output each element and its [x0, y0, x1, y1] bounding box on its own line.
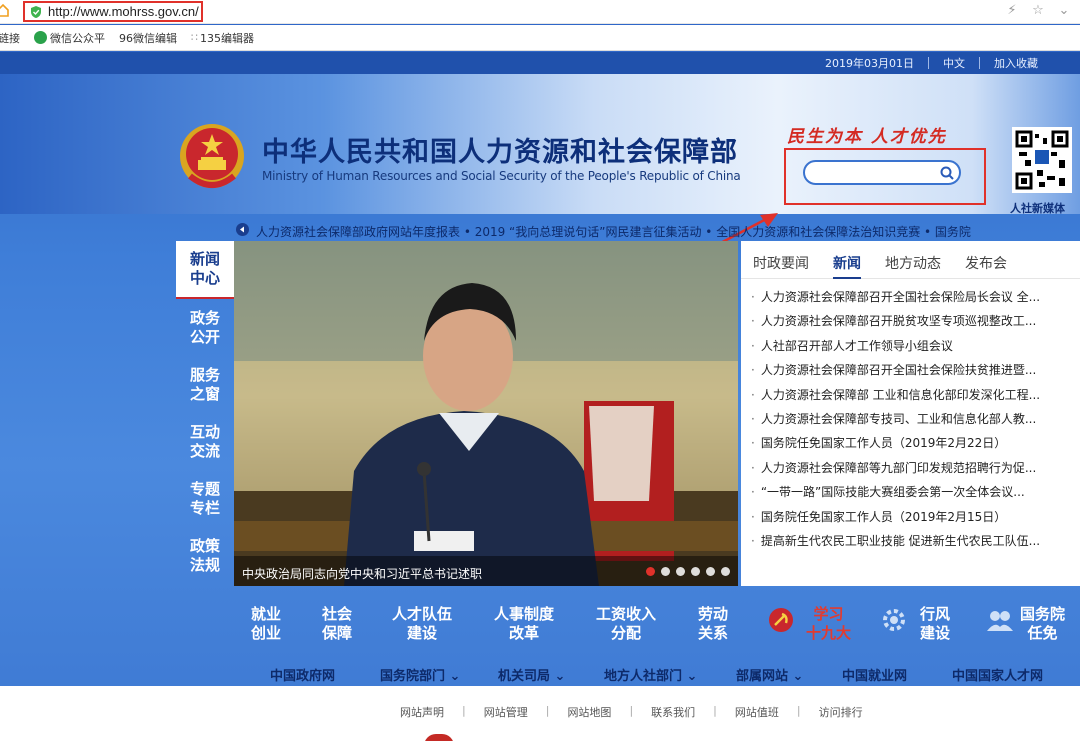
search-icon[interactable]: [939, 165, 955, 181]
arrow-left-circle-icon[interactable]: [236, 223, 249, 236]
news-item[interactable]: “一带一路”国际技能大赛组委会第一次全体会议...: [751, 480, 1080, 504]
slide-dot[interactable]: [706, 567, 715, 576]
news-item[interactable]: 人社部召开部人才工作领导小组会议: [751, 334, 1080, 358]
add-favorite-link[interactable]: 加入收藏: [994, 55, 1038, 71]
chevron-down-icon: ⌄: [550, 669, 566, 684]
url-field[interactable]: http://www.mohrss.gov.cn/: [23, 1, 203, 22]
bookmark-135-editor[interactable]: ∷ 135编辑器: [191, 30, 254, 46]
search-input[interactable]: [803, 160, 961, 185]
link-departments[interactable]: 机关司局 ⌄: [498, 665, 565, 684]
qr-code-icon: [1015, 130, 1069, 190]
nav-policies[interactable]: 政策 法规: [176, 527, 234, 584]
news-panel: 时政要闻 新闻 地方动态 发布会 人力资源社会保障部召开全国社会保险局长会议 全…: [741, 241, 1080, 586]
nav-government-affairs[interactable]: 政务 公开: [176, 299, 234, 356]
link-state-council[interactable]: 国务院部门 ⌄: [380, 665, 460, 684]
national-emblem-icon: [180, 124, 244, 188]
nav-news-center[interactable]: 新闻 中心: [176, 241, 234, 299]
slide-dot[interactable]: [646, 567, 655, 576]
link-local-hr[interactable]: 地方人社部门 ⌄: [604, 665, 697, 684]
photo-illustration: [234, 241, 738, 586]
tab-press-conference[interactable]: 发布会: [965, 253, 1007, 278]
bookmark-wechat[interactable]: 微信公众平: [34, 30, 105, 46]
bookmark-link[interactable]: 链接: [0, 30, 20, 46]
editor-icon: ∷: [191, 31, 198, 44]
news-item[interactable]: 人力资源社会保障部等九部门印发规范招聘行为促...: [751, 456, 1080, 480]
footer-link[interactable]: 访问排行: [819, 704, 863, 720]
news-item[interactable]: 提高新生代农民工职业技能 促进新生代农民工队伍...: [751, 529, 1080, 553]
chevron-down-icon: ⌄: [445, 669, 461, 684]
language-link[interactable]: 中文: [943, 55, 965, 71]
nav-conduct[interactable]: 行风 建设: [920, 605, 950, 643]
site-title-en: Ministry of Human Resources and Social S…: [262, 169, 741, 183]
home-icon[interactable]: [0, 3, 10, 17]
slide-dot[interactable]: [661, 567, 670, 576]
nav-appointments[interactable]: 国务院 任免: [1020, 605, 1065, 643]
nav-study-19th-congress[interactable]: 学习 十九大: [806, 605, 851, 643]
nav-talent[interactable]: 人才队伍 建设: [392, 605, 452, 643]
conduct-icon: [883, 609, 905, 631]
url-text: http://www.mohrss.gov.cn/: [48, 4, 199, 19]
footer-link[interactable]: 网站管理: [484, 704, 528, 720]
wechat-icon: [34, 31, 47, 44]
bottom-nav: 就业 创业 社会 保障 人才队伍 建设 人事制度 改革 工资收入 分配 劳动 关系 学习 十九…: [0, 597, 1080, 657]
link-employment[interactable]: 中国就业网: [842, 665, 907, 684]
appointments-icon: [987, 611, 1013, 631]
nav-personnel-reform[interactable]: 人事制度 改革: [494, 605, 554, 643]
nav-labor-relations[interactable]: 劳动 关系: [698, 605, 728, 643]
slideshow-image[interactable]: 中央政治局同志向党中央和习近平总书记述职: [234, 241, 738, 586]
slogan-text: 民生为本 人才优先: [787, 127, 947, 147]
footer-link[interactable]: 网站地图: [567, 704, 611, 720]
link-talent[interactable]: 中国国家人才网: [952, 665, 1043, 684]
slide-dot[interactable]: [676, 567, 685, 576]
qr-label: 人社新媒体: [1010, 202, 1065, 215]
slide-dot[interactable]: [691, 567, 700, 576]
nav-interaction[interactable]: 互动 交流: [176, 413, 234, 470]
news-list: 人力资源社会保障部召开全国社会保险局长会议 全... 人力资源社会保障部召开脱贫…: [741, 279, 1080, 553]
link-gov[interactable]: 中国政府网: [270, 665, 335, 684]
party-emblem-icon: [769, 608, 793, 632]
news-tabs: 时政要闻 新闻 地方动态 发布会: [741, 241, 1080, 279]
bookmark-96-editor[interactable]: 96微信编辑: [119, 30, 177, 46]
news-ticker: 人力资源社会保障部政府网站年度报表 • 2019 “我向总理说句话”网民建言征集…: [0, 219, 1080, 241]
links-bar: 中国政府网 国务院部门 ⌄ 机关司局 ⌄ 地方人社部门 ⌄ 部属网站 ⌄ 中国就…: [0, 660, 1080, 686]
footer-link[interactable]: 网站值班: [735, 704, 779, 720]
chevron-down-icon: ⌄: [682, 669, 698, 684]
chevron-down-icon[interactable]: ⌄: [1056, 3, 1072, 18]
nav-service-window[interactable]: 服务 之窗: [176, 356, 234, 413]
link-affiliated[interactable]: 部属网站 ⌄: [736, 665, 803, 684]
footer-link[interactable]: 联系我们: [651, 704, 695, 720]
news-item[interactable]: 人力资源社会保障部召开全国社会保险扶贫推进暨...: [751, 358, 1080, 382]
top-strip: 2019年03月01日 中文 加入收藏: [0, 52, 1080, 74]
lightning-icon[interactable]: ⚡: [1004, 3, 1020, 18]
date-text: 2019年03月01日: [825, 57, 914, 70]
tab-news[interactable]: 新闻: [833, 253, 861, 279]
nav-social-security[interactable]: 社会 保障: [322, 605, 352, 643]
news-item[interactable]: 国务院任免国家工作人员（2019年2月22日）: [751, 431, 1080, 455]
news-item[interactable]: 国务院任免国家工作人员（2019年2月15日）: [751, 505, 1080, 529]
browser-address-bar: http://www.mohrss.gov.cn/ ⚡ ☆ ⌄: [0, 0, 1080, 24]
footer-emblem-icon: [424, 734, 454, 741]
chevron-down-icon: ⌄: [788, 669, 804, 684]
nav-employment[interactable]: 就业 创业: [251, 605, 281, 643]
footer-link[interactable]: 网站声明: [400, 704, 444, 720]
news-item[interactable]: 人力资源社会保障部专技司、工业和信息化部人教...: [751, 407, 1080, 431]
nav-special-topics[interactable]: 专题 专栏: [176, 470, 234, 527]
news-item[interactable]: 人力资源社会保障部 工业和信息化部印发深化工程...: [751, 383, 1080, 407]
news-item[interactable]: 人力资源社会保障部召开脱贫攻坚专项巡视整改工...: [751, 309, 1080, 333]
footer: 网站声明 | 网站管理 | 网站地图 | 联系我们 | 网站值班 | 访问排行: [0, 686, 1080, 741]
nav-wages[interactable]: 工资收入 分配: [596, 605, 656, 643]
bookmarks-bar: 链接 微信公众平 96微信编辑 ∷ 135编辑器: [0, 25, 1080, 51]
ticker-text[interactable]: 人力资源社会保障部政府网站年度报表 • 2019 “我向总理说句话”网民建言征集…: [256, 223, 971, 240]
secure-shield-icon: [31, 5, 41, 18]
slide-dot[interactable]: [721, 567, 730, 576]
tab-current-affairs[interactable]: 时政要闻: [753, 253, 809, 278]
left-nav: 新闻 中心 政务 公开 服务 之窗 互动 交流 专题 专栏 政策 法规: [176, 241, 234, 596]
site-title-cn: 中华人民共和国人力资源和社会保障部: [262, 137, 738, 167]
tab-local-news[interactable]: 地方动态: [885, 253, 941, 278]
star-icon[interactable]: ☆: [1030, 3, 1046, 18]
news-item[interactable]: 人力资源社会保障部召开全国社会保险局长会议 全...: [751, 285, 1080, 309]
qr-code-image: [1012, 127, 1072, 193]
slideshow-dots: [646, 567, 730, 576]
